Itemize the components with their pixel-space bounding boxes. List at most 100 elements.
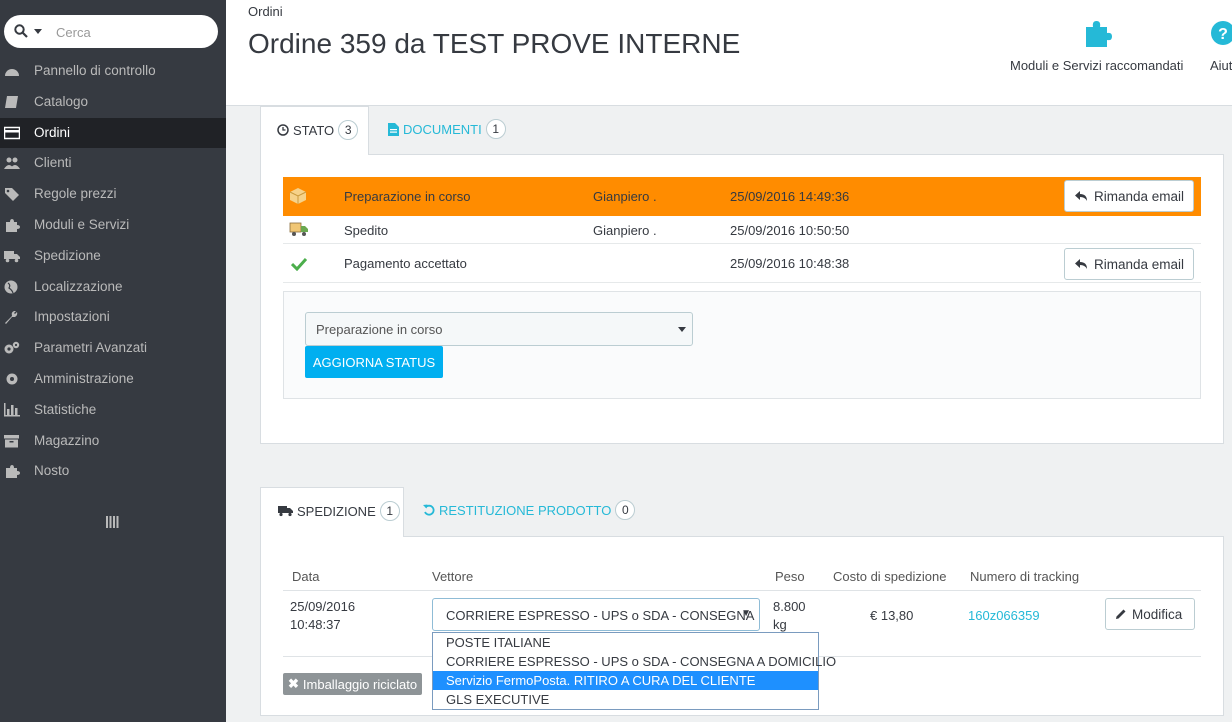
sidebar-item-settings[interactable]: Impostazioni xyxy=(0,302,226,333)
sidebar-item-customers[interactable]: Clienti xyxy=(0,148,226,179)
svg-text:?: ? xyxy=(1218,26,1228,43)
recommended-modules-label: Moduli e Servizi raccomandati xyxy=(1010,58,1184,73)
breadcrumb[interactable]: Ordini xyxy=(248,4,283,19)
reply-icon xyxy=(1075,191,1087,201)
carrier-option-highlighted[interactable]: Servizio FermoPosta. RITIRO A CURA DEL C… xyxy=(433,671,818,690)
sidebar-item-label: Parametri Avanzati xyxy=(34,340,148,356)
main-content: STATO 3 DOCUMENTI 1 Preparazione in cors… xyxy=(226,106,1232,722)
sidebar-item-label: Ordini xyxy=(34,124,71,140)
tracking-number-link[interactable]: 160z066359 xyxy=(968,608,1040,623)
carrier-option[interactable]: GLS EXECUTIVE xyxy=(433,690,818,709)
document-icon xyxy=(388,122,399,136)
returns-count-badge: 0 xyxy=(615,500,636,520)
shipping-date: 25/09/2016 xyxy=(290,599,356,614)
tags-icon xyxy=(5,188,19,202)
chevron-down-icon xyxy=(678,327,686,332)
sidebar-item-advanced-parameters[interactable]: Parametri Avanzati xyxy=(0,333,226,364)
cogs-icon xyxy=(4,341,20,354)
page-header: Ordini Ordine 359 da TEST PROVE INTERNE … xyxy=(226,0,1232,106)
archive-icon xyxy=(4,434,19,448)
tab-shipping-label: SPEDIZIONE xyxy=(297,503,376,519)
tab-shipping[interactable]: SPEDIZIONE 1 xyxy=(260,487,404,537)
search-box[interactable] xyxy=(4,15,218,48)
cog-icon xyxy=(6,373,18,385)
search-input[interactable] xyxy=(56,22,206,42)
history-row-current: Preparazione in corso Gianpiero . 25/09/… xyxy=(283,177,1201,216)
resend-email-button[interactable]: Rimanda email xyxy=(1064,248,1195,280)
sidebar-item-dashboard[interactable]: Pannello di controllo xyxy=(0,56,226,87)
history-row: Pagamento accettato 25/09/2016 10:48:38 … xyxy=(283,245,1201,283)
tab-status[interactable]: STATO 3 xyxy=(260,106,369,155)
clock-icon xyxy=(277,124,289,136)
help-label: Aiut xyxy=(1210,58,1232,73)
sidebar-item-localization[interactable]: Localizzazione xyxy=(0,272,226,303)
shipping-count-badge: 1 xyxy=(379,501,400,521)
tab-documents[interactable]: DOCUMENTI 1 xyxy=(388,119,506,139)
bar-chart-icon xyxy=(4,402,20,417)
sidebar-item-catalog[interactable]: Catalogo xyxy=(0,87,226,118)
search-scope-chevron-down-icon[interactable] xyxy=(34,29,42,34)
update-status-button[interactable]: AGGIORNA STATUS xyxy=(305,346,443,378)
tab-returns-label: RESTITUZIONE PRODOTTO xyxy=(439,502,612,518)
search-icon[interactable] xyxy=(14,24,28,38)
shipping-time: 10:48:37 xyxy=(290,617,341,632)
sidebar-item-statistics[interactable]: Statistiche xyxy=(0,395,226,426)
puzzle-icon xyxy=(1085,21,1112,47)
status-count-badge: 3 xyxy=(338,120,359,140)
package-icon xyxy=(289,188,307,204)
puzzle-icon xyxy=(6,218,20,232)
sidebar-item-orders[interactable]: Ordini xyxy=(0,117,226,149)
sidebar-menu: Pannello di controllo Catalogo Ordini Cl… xyxy=(0,56,226,487)
sidebar-item-label: Magazzino xyxy=(34,432,100,448)
wrench-icon xyxy=(5,311,18,325)
column-header-date: Data xyxy=(292,569,320,584)
history-employee: Gianpiero . xyxy=(593,223,657,238)
divider xyxy=(283,590,1201,591)
tab-merchandise-returns[interactable]: RESTITUZIONE PRODOTTO 0 xyxy=(423,500,636,520)
order-state-select[interactable]: Preparazione in corso xyxy=(305,312,693,346)
history-date: 25/09/2016 14:49:36 xyxy=(730,189,850,204)
sidebar-collapse-icon[interactable] xyxy=(105,515,119,529)
recycled-packaging-badge: ✖ Imballaggio riciclato xyxy=(283,673,423,695)
help-button[interactable]: ? Aiut xyxy=(1210,18,1232,73)
checkmark-icon xyxy=(291,257,307,271)
sidebar-item-modules[interactable]: Moduli e Servizi xyxy=(0,210,226,241)
carrier-dropdown-list[interactable]: POSTE ITALIANE CORRIERE ESPRESSO - UPS o… xyxy=(432,632,836,710)
resend-email-button[interactable]: Rimanda email xyxy=(1064,180,1195,212)
sidebar-item-label: Moduli e Servizi xyxy=(34,216,130,232)
history-state: Preparazione in corso xyxy=(344,189,471,204)
documents-count-badge: 1 xyxy=(485,119,506,139)
sidebar-item-nosto[interactable]: Nosto xyxy=(0,456,226,487)
dashboard-icon xyxy=(5,69,19,76)
column-header-shipping-cost: Costo di spedizione xyxy=(833,569,947,584)
resend-email-label: Rimanda email xyxy=(1094,256,1185,272)
recommended-modules-button[interactable]: Moduli e Servizi raccomandati xyxy=(1010,18,1183,73)
globe-icon xyxy=(4,280,18,294)
sidebar-item-administration[interactable]: Amministrazione xyxy=(0,364,226,395)
carrier-option[interactable]: POSTE ITALIANE xyxy=(433,633,818,652)
page-title: Ordine 359 da TEST PROVE INTERNE xyxy=(248,28,741,59)
carrier-select[interactable]: CORRIERE ESPRESSO - UPS o SDA - CONSEGNA… xyxy=(432,598,760,631)
sidebar-item-price-rules[interactable]: Regole prezzi xyxy=(0,179,226,210)
column-header-tracking-number: Numero di tracking xyxy=(970,569,1080,584)
carrier-option[interactable]: CORRIERE ESPRESSO - UPS o SDA - CONSEGNA… xyxy=(433,652,836,671)
modify-shipping-button[interactable]: Modifica xyxy=(1105,598,1195,630)
carrier-selected-value: CORRIERE ESPRESSO - UPS o SDA - CONSEGNA xyxy=(446,608,755,623)
credit-card-icon xyxy=(4,126,20,139)
reply-icon xyxy=(1075,259,1087,269)
sidebar: Pannello di controllo Catalogo Ordini Cl… xyxy=(0,0,226,722)
shipped-truck-icon xyxy=(289,222,308,236)
truck-icon xyxy=(278,506,293,517)
recycled-packaging-label: Imballaggio riciclato xyxy=(302,676,418,692)
sidebar-item-label: Localizzazione xyxy=(34,278,123,294)
resend-email-label: Rimanda email xyxy=(1094,188,1185,204)
history-state: Spedito xyxy=(344,223,389,238)
sidebar-item-warehouse[interactable]: Magazzino xyxy=(0,426,226,457)
sidebar-item-shipping[interactable]: Spedizione xyxy=(0,241,226,272)
history-employee: Gianpiero . xyxy=(593,189,657,204)
close-icon: ✖ xyxy=(288,676,299,691)
chevron-down-icon: ▼ xyxy=(741,608,751,619)
shipping-weight-unit: kg xyxy=(773,617,787,632)
sidebar-item-label: Impostazioni xyxy=(34,309,110,325)
sidebar-item-label: Statistiche xyxy=(34,401,97,417)
